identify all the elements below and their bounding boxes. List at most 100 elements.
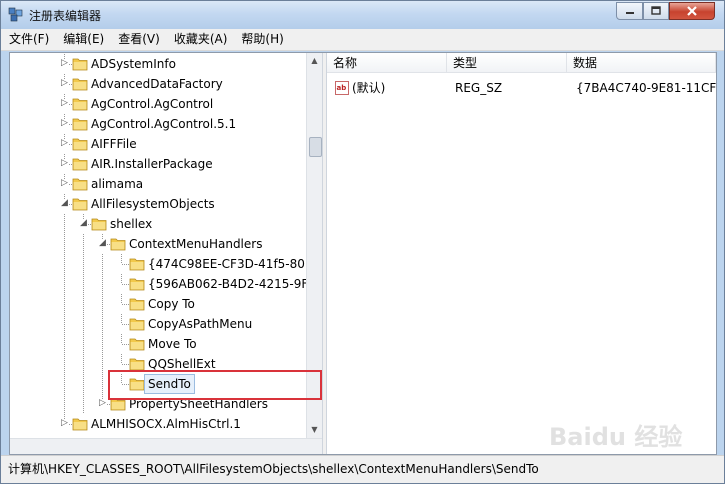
scroll-down-icon[interactable]: ▼: [307, 422, 322, 438]
column-header-type[interactable]: 类型: [447, 53, 567, 73]
minimize-icon: [625, 12, 634, 14]
registry-tree[interactable]: ▷ ADSystemInfo ▷ AdvancedDataFactory ▷ AgCont…: [10, 53, 322, 454]
scroll-thumb[interactable]: [309, 137, 322, 157]
folder-icon: [72, 198, 88, 211]
folder-icon: [110, 398, 126, 411]
window-title: 注册表编辑器: [29, 9, 102, 23]
tree-node[interactable]: Copy To: [10, 294, 306, 314]
tree-node[interactable]: ▷ AIFFFile: [10, 134, 306, 154]
folder-icon: [129, 258, 145, 271]
tree-node-label: AgControl.AgControl: [91, 97, 214, 111]
tree-node[interactable]: ◢ AllFilesystemObjects: [10, 194, 306, 214]
string-value-icon: ab: [335, 81, 349, 95]
minimize-button[interactable]: [616, 2, 643, 20]
tree-node[interactable]: SendTo: [10, 374, 306, 394]
tree-node[interactable]: ▷ AgControl.AgControl.5.1: [10, 114, 306, 134]
expand-arrow-icon[interactable]: ▷: [60, 419, 69, 428]
main-content: ▷ ADSystemInfo ▷ AdvancedDataFactory ▷ AgCont…: [9, 52, 717, 455]
collapse-arrow-icon[interactable]: ◢: [60, 199, 69, 208]
folder-icon: [72, 78, 88, 91]
tree-node[interactable]: ▷ ALMHISOCX.AlmHisCtrl.1: [10, 414, 306, 434]
value-data: {7BA4C740-9E81-11CF-9: [576, 81, 716, 95]
collapse-arrow-icon[interactable]: ◢: [98, 239, 107, 248]
folder-icon: [72, 138, 88, 151]
tree-node-label: PropertySheetHandlers: [129, 397, 268, 411]
value-row[interactable]: ab (默认) REG_SZ {7BA4C740-9E81-11CF-9: [327, 78, 716, 98]
values-pane[interactable]: 名称 类型 数据 ab (默认) REG_SZ {7BA4C740-9E81-1…: [327, 53, 716, 454]
menu-view[interactable]: 查看(V): [112, 29, 166, 50]
folder-icon: [129, 378, 145, 391]
tree-vertical-scrollbar[interactable]: ▲ ▼: [306, 53, 322, 438]
folder-icon: [72, 118, 88, 131]
tree-node[interactable]: ◢ shellex: [10, 214, 306, 234]
tree-horizontal-scrollbar[interactable]: [10, 438, 322, 454]
expand-arrow-icon[interactable]: ▷: [60, 99, 69, 108]
tree-node-label: Move To: [148, 337, 197, 351]
tree-node-label: {474C98EE-CF3D-41f5-80E3: [148, 257, 306, 271]
tree-node[interactable]: {474C98EE-CF3D-41f5-80E3: [10, 254, 306, 274]
expand-arrow-icon[interactable]: ▷: [60, 119, 69, 128]
tree-node[interactable]: ▷ PropertySheetHandlers: [10, 394, 306, 414]
tree-node[interactable]: {596AB062-B4D2-4215-9F74: [10, 274, 306, 294]
tree-node-label: AgControl.AgControl.5.1: [91, 117, 237, 131]
maximize-button[interactable]: [643, 2, 669, 20]
close-icon: [687, 6, 697, 16]
folder-icon: [129, 278, 145, 291]
regedit-app-icon: [8, 7, 23, 22]
folder-icon: [129, 318, 145, 331]
expand-arrow-icon[interactable]: ▷: [60, 79, 69, 88]
menu-help[interactable]: 帮助(H): [235, 29, 289, 50]
tree-node-label: {596AB062-B4D2-4215-9F74: [148, 277, 306, 291]
tree-node-label: AIR.InstallerPackage: [91, 157, 213, 171]
expand-arrow-icon[interactable]: ▷: [60, 179, 69, 188]
tree-node-label: SendTo: [144, 374, 195, 394]
tree-node[interactable]: ▷ AdvancedDataFactory: [10, 74, 306, 94]
maximize-icon: [651, 6, 661, 15]
tree-node-label: ADSystemInfo: [91, 57, 176, 71]
folder-icon: [129, 298, 145, 311]
status-path: 计算机\HKEY_CLASSES_ROOT\AllFilesystemObjec…: [8, 462, 539, 476]
column-header-name[interactable]: 名称: [327, 53, 447, 73]
tree-node[interactable]: CopyAsPathMenu: [10, 314, 306, 334]
menu-bar: 文件(F) 编辑(E) 查看(V) 收藏夹(A) 帮助(H): [1, 29, 724, 51]
tree-node[interactable]: ▷ AIR.InstallerPackage: [10, 154, 306, 174]
tree-node-label: Copy To: [148, 297, 195, 311]
close-button[interactable]: [669, 2, 715, 20]
tree-node-label: alimama: [91, 177, 144, 191]
scroll-up-icon[interactable]: ▲: [307, 53, 322, 69]
folder-icon: [72, 58, 88, 71]
menu-file[interactable]: 文件(F): [3, 29, 55, 50]
tree-node[interactable]: ▷ alimama: [10, 174, 306, 194]
baidu-watermark-logo: Baidu 经验: [549, 423, 682, 451]
tree-node[interactable]: ◢ ContextMenuHandlers: [10, 234, 306, 254]
folder-icon: [72, 98, 88, 111]
expand-arrow-icon[interactable]: ▷: [60, 159, 69, 168]
folder-icon: [72, 178, 88, 191]
collapse-arrow-icon[interactable]: ◢: [79, 219, 88, 228]
folder-icon: [91, 218, 107, 231]
tree-node[interactable]: ▷ ADSystemInfo: [10, 54, 306, 74]
value-name: (默认): [352, 81, 386, 95]
tree-node[interactable]: Move To: [10, 334, 306, 354]
column-header-data[interactable]: 数据: [567, 53, 716, 73]
tree-node[interactable]: QQShellExt: [10, 354, 306, 374]
tree-node-label: ALMHISOCX.AlmHisCtrl.1: [91, 417, 241, 431]
folder-icon: [72, 158, 88, 171]
tree-node-label: AllFilesystemObjects: [91, 197, 215, 211]
expand-arrow-icon[interactable]: ▷: [60, 139, 69, 148]
menu-favorites[interactable]: 收藏夹(A): [168, 29, 234, 50]
folder-icon: [129, 358, 145, 371]
expand-arrow-icon[interactable]: ▷: [98, 399, 107, 408]
menu-edit[interactable]: 编辑(E): [57, 29, 110, 50]
title-bar[interactable]: 注册表编辑器: [1, 1, 724, 29]
tree-node[interactable]: ▷ AgControl.AgControl: [10, 94, 306, 114]
tree-node-label: QQShellExt: [148, 357, 216, 371]
tree-node-label: CopyAsPathMenu: [148, 317, 253, 331]
folder-icon: [110, 238, 126, 251]
regedit-window: 注册表编辑器 文件(F) 编辑(E) 查看(V) 收藏夹(A) 帮助(H) ▷ A…: [0, 0, 725, 484]
tree-node-label: ContextMenuHandlers: [129, 237, 263, 251]
status-bar: 计算机\HKEY_CLASSES_ROOT\AllFilesystemObjec…: [1, 455, 724, 483]
watermark-text: Baidu 经验: [549, 423, 682, 451]
expand-arrow-icon[interactable]: ▷: [60, 59, 69, 68]
tree-node-label: shellex: [110, 217, 153, 231]
